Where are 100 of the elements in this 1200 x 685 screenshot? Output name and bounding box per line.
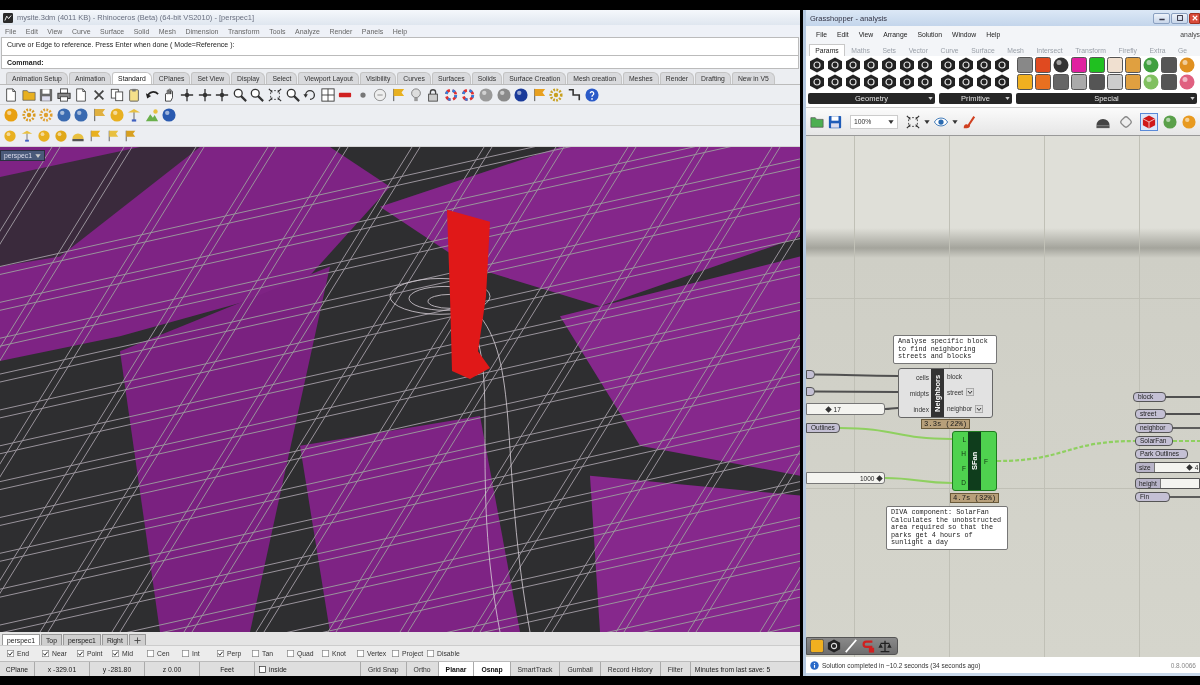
tile-icon[interactable] [1125, 57, 1141, 73]
dome-icon[interactable] [72, 130, 85, 142]
hexagon-icon[interactable] [976, 57, 992, 73]
flag-icon[interactable] [106, 130, 119, 142]
hexagon-icon[interactable] [917, 74, 933, 90]
tile-icon[interactable] [1125, 74, 1141, 90]
tile-icon[interactable] [1161, 57, 1177, 73]
line-icon[interactable] [844, 639, 858, 653]
hexagon-icon[interactable] [809, 74, 825, 90]
checkbox[interactable] [322, 650, 329, 657]
segmented-ring-icon[interactable] [443, 87, 458, 102]
hexagon-icon[interactable] [863, 57, 879, 73]
tile-icon[interactable] [1071, 74, 1087, 90]
crosshair-icon[interactable] [197, 87, 212, 102]
sphere-icon[interactable] [1053, 57, 1069, 73]
lock-icon[interactable] [426, 87, 441, 102]
eye-icon[interactable] [934, 114, 948, 129]
x-mark-icon[interactable] [91, 87, 106, 102]
checkbox[interactable] [112, 650, 119, 657]
dashed-frame-icon[interactable] [267, 87, 282, 102]
checkbox[interactable] [147, 650, 154, 657]
checkbox[interactable] [7, 650, 14, 657]
hexagon-icon[interactable] [976, 74, 992, 90]
add-tab-button[interactable] [128, 634, 146, 645]
param-node[interactable] [806, 370, 815, 379]
tile-icon[interactable] [810, 639, 824, 653]
close-button[interactable] [1189, 12, 1200, 24]
tile-icon[interactable] [1089, 57, 1105, 73]
checkbox[interactable] [252, 650, 259, 657]
flag-icon[interactable] [91, 108, 106, 122]
page-icon[interactable] [4, 87, 18, 102]
maximize-button[interactable] [1171, 12, 1188, 24]
hexagon-icon[interactable] [809, 57, 825, 73]
tile-icon[interactable] [1107, 57, 1123, 73]
brush-icon[interactable] [962, 114, 976, 129]
tile-icon[interactable] [1053, 74, 1069, 90]
clipboard-icon[interactable] [127, 87, 142, 102]
tile-icon[interactable] [1035, 74, 1051, 90]
crosshair-icon[interactable] [179, 87, 194, 102]
step-line-icon[interactable] [567, 87, 581, 102]
sphere-icon[interactable] [162, 108, 177, 122]
value-field[interactable] [1159, 479, 1199, 488]
checkbox[interactable] [392, 650, 399, 657]
checkbox[interactable] [287, 650, 294, 657]
hexagon-icon[interactable] [958, 57, 974, 73]
magnifier-icon[interactable] [285, 87, 300, 102]
sphere-icon[interactable] [514, 87, 529, 102]
checkbox[interactable] [217, 650, 224, 657]
save-icon[interactable] [828, 114, 842, 129]
rotate-icon[interactable] [303, 87, 318, 102]
hexagon-icon[interactable] [827, 74, 843, 90]
magnifier-icon[interactable] [250, 87, 265, 102]
tile-icon[interactable] [1107, 74, 1123, 90]
hexagon-icon[interactable] [827, 639, 841, 653]
hexagon-icon[interactable] [827, 57, 843, 73]
hexagon-icon[interactable] [881, 57, 897, 73]
hexagon-icon[interactable] [940, 74, 956, 90]
help-icon[interactable] [584, 87, 599, 102]
node-canvas[interactable] [806, 136, 1200, 657]
hexagon-icon[interactable] [994, 57, 1010, 73]
tile-icon[interactable] [1161, 74, 1177, 90]
segmented-ring-icon[interactable] [461, 87, 476, 102]
hexagon-icon[interactable] [863, 74, 879, 90]
checkbox[interactable] [77, 650, 84, 657]
hexagon-icon[interactable] [899, 57, 915, 73]
caret-icon[interactable] [952, 118, 958, 125]
crosshair-icon[interactable] [215, 87, 230, 102]
hexagon-icon[interactable] [940, 57, 956, 73]
tile-icon[interactable] [1071, 57, 1087, 73]
checkbox[interactable] [357, 650, 364, 657]
hexagon-icon[interactable] [958, 74, 974, 90]
hexagon-icon[interactable] [881, 74, 897, 90]
lamp-icon[interactable] [127, 108, 142, 122]
checkbox[interactable] [42, 650, 49, 657]
hexagon-icon[interactable] [899, 74, 915, 90]
magnifier-icon[interactable] [232, 87, 247, 102]
checkbox[interactable] [427, 650, 434, 657]
folder-icon[interactable] [21, 87, 36, 102]
flag-icon[interactable] [123, 130, 136, 142]
save-icon[interactable] [39, 87, 54, 102]
dashed-frame-icon[interactable] [906, 114, 920, 129]
balance-icon[interactable] [878, 639, 892, 653]
checkbox[interactable] [182, 650, 189, 657]
hexagon-icon[interactable] [994, 74, 1010, 90]
hexagon-icon[interactable] [917, 57, 933, 73]
four-panes-icon[interactable] [320, 87, 335, 102]
copy-icon[interactable] [109, 87, 124, 102]
preview-mode-button[interactable] [1140, 112, 1158, 131]
hexagon-icon[interactable] [845, 57, 861, 73]
print-icon[interactable] [56, 87, 71, 102]
page-icon[interactable] [74, 87, 89, 102]
caret-icon[interactable] [924, 118, 930, 125]
flag-icon[interactable] [391, 87, 406, 102]
folder-icon[interactable] [810, 114, 824, 129]
param-node[interactable] [806, 387, 815, 396]
flag-icon[interactable] [89, 130, 102, 142]
minimize-button[interactable] [1153, 12, 1170, 24]
tile-icon[interactable] [1089, 74, 1105, 90]
lamp-icon[interactable] [21, 130, 34, 142]
tile-icon[interactable] [1017, 57, 1033, 73]
